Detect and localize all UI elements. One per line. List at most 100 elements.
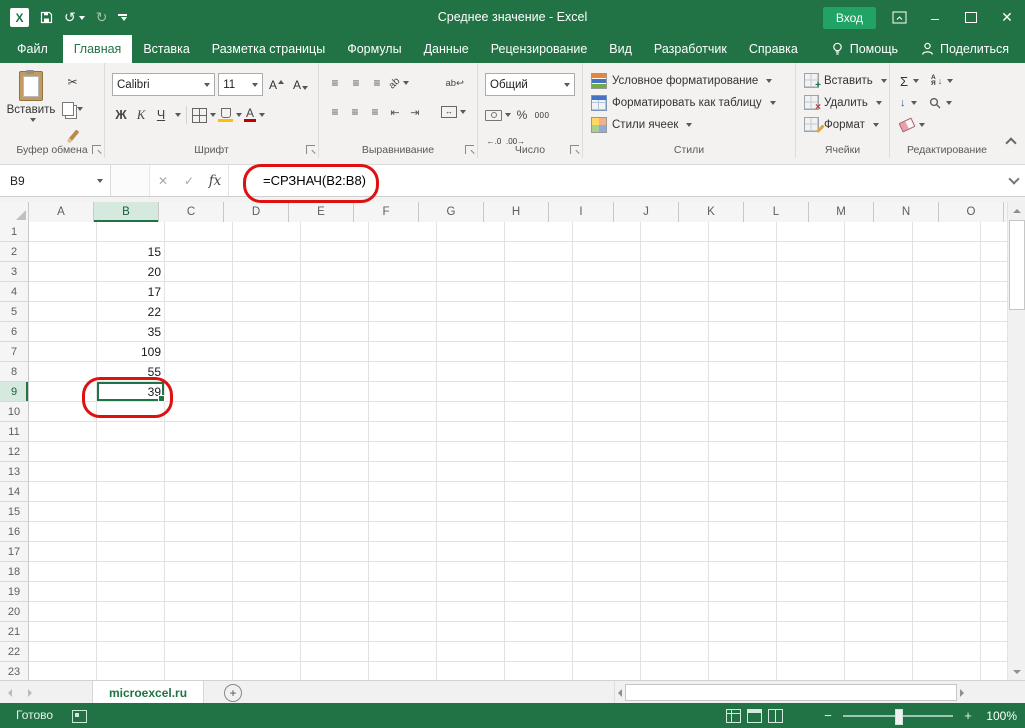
cell-M2[interactable]: [845, 242, 913, 262]
cell-A3[interactable]: [29, 262, 97, 282]
cell-L13[interactable]: [777, 462, 845, 482]
cell-H15[interactable]: [505, 502, 573, 522]
cell-O19[interactable]: [981, 582, 1008, 602]
cell-M6[interactable]: [845, 322, 913, 342]
undo-dropdown-icon[interactable]: [79, 16, 85, 20]
cell-O18[interactable]: [981, 562, 1008, 582]
cell-D12[interactable]: [233, 442, 301, 462]
cell-B12[interactable]: [97, 442, 165, 462]
cell-N5[interactable]: [913, 302, 981, 322]
cell-B8[interactable]: 55: [97, 362, 165, 382]
cell-K6[interactable]: [709, 322, 777, 342]
cell-M12[interactable]: [845, 442, 913, 462]
cell-L15[interactable]: [777, 502, 845, 522]
align-left-button[interactable]: ≡: [326, 102, 344, 122]
cell-I3[interactable]: [573, 262, 641, 282]
cell-G12[interactable]: [437, 442, 505, 462]
collapse-ribbon-button[interactable]: [1003, 134, 1019, 148]
cell-I13[interactable]: [573, 462, 641, 482]
cell-F14[interactable]: [369, 482, 437, 502]
cell-K22[interactable]: [709, 642, 777, 662]
cell-K16[interactable]: [709, 522, 777, 542]
column-header-N[interactable]: N: [874, 202, 939, 222]
cell-N2[interactable]: [913, 242, 981, 262]
cell-J22[interactable]: [641, 642, 709, 662]
cell-D7[interactable]: [233, 342, 301, 362]
cell-H9[interactable]: [505, 382, 573, 402]
cell-F17[interactable]: [369, 542, 437, 562]
cell-M21[interactable]: [845, 622, 913, 642]
merge-center-button[interactable]: ↔: [441, 102, 466, 122]
vertical-scroll-thumb[interactable]: [1009, 220, 1025, 310]
cell-E15[interactable]: [301, 502, 369, 522]
cell-D5[interactable]: [233, 302, 301, 322]
font-color-button[interactable]: А: [244, 105, 265, 125]
zoom-slider-thumb[interactable]: [895, 709, 903, 725]
cell-H11[interactable]: [505, 422, 573, 442]
cell-O5[interactable]: [981, 302, 1008, 322]
name-box-splitter[interactable]: [111, 165, 150, 196]
scroll-right-button[interactable]: [960, 689, 968, 697]
cell-A20[interactable]: [29, 602, 97, 622]
cell-I19[interactable]: [573, 582, 641, 602]
cell-G14[interactable]: [437, 482, 505, 502]
cell-N14[interactable]: [913, 482, 981, 502]
cell-L2[interactable]: [777, 242, 845, 262]
cell-H5[interactable]: [505, 302, 573, 322]
cell-G7[interactable]: [437, 342, 505, 362]
cell-H2[interactable]: [505, 242, 573, 262]
cell-B9[interactable]: 39: [97, 382, 165, 402]
cell-A21[interactable]: [29, 622, 97, 642]
column-header-G[interactable]: G: [419, 202, 484, 222]
cell-B17[interactable]: [97, 542, 165, 562]
cell-D3[interactable]: [233, 262, 301, 282]
cell-H12[interactable]: [505, 442, 573, 462]
cell-H17[interactable]: [505, 542, 573, 562]
cell-K20[interactable]: [709, 602, 777, 622]
paste-button[interactable]: Вставить: [8, 71, 54, 122]
cell-H3[interactable]: [505, 262, 573, 282]
row-header-7[interactable]: 7: [0, 342, 29, 362]
scroll-up-button[interactable]: [1008, 202, 1025, 219]
cell-D23[interactable]: [233, 662, 301, 680]
cell-A13[interactable]: [29, 462, 97, 482]
cell-A23[interactable]: [29, 662, 97, 680]
cell-L7[interactable]: [777, 342, 845, 362]
cell-D8[interactable]: [233, 362, 301, 382]
cell-D15[interactable]: [233, 502, 301, 522]
cell-B7[interactable]: 109: [97, 342, 165, 362]
cell-M7[interactable]: [845, 342, 913, 362]
row-header-6[interactable]: 6: [0, 322, 29, 342]
name-box-dropdown-icon[interactable]: [97, 179, 103, 183]
cell-B23[interactable]: [97, 662, 165, 680]
insert-function-button[interactable]: fx: [202, 173, 228, 189]
number-dialog-launcher[interactable]: [570, 145, 579, 154]
cell-F18[interactable]: [369, 562, 437, 582]
cell-J20[interactable]: [641, 602, 709, 622]
column-header-J[interactable]: J: [614, 202, 679, 222]
column-header-A[interactable]: A: [29, 202, 94, 222]
cell-G13[interactable]: [437, 462, 505, 482]
cell-K3[interactable]: [709, 262, 777, 282]
align-top-button[interactable]: ≡: [326, 73, 344, 93]
cell-O7[interactable]: [981, 342, 1008, 362]
cell-E16[interactable]: [301, 522, 369, 542]
cell-N7[interactable]: [913, 342, 981, 362]
cell-K21[interactable]: [709, 622, 777, 642]
cell-F8[interactable]: [369, 362, 437, 382]
row-header-18[interactable]: 18: [0, 562, 29, 582]
cell-G3[interactable]: [437, 262, 505, 282]
format-cells-button[interactable]: Формат: [804, 114, 889, 135]
select-all-button[interactable]: [0, 202, 29, 222]
cell-H18[interactable]: [505, 562, 573, 582]
cell-A9[interactable]: [29, 382, 97, 402]
cell-J15[interactable]: [641, 502, 709, 522]
cell-H13[interactable]: [505, 462, 573, 482]
cell-B6[interactable]: 35: [97, 322, 165, 342]
number-format-combo[interactable]: Общий: [485, 73, 575, 96]
cell-H16[interactable]: [505, 522, 573, 542]
row-header-10[interactable]: 10: [0, 402, 29, 422]
cell-J10[interactable]: [641, 402, 709, 422]
column-header-L[interactable]: L: [744, 202, 809, 222]
cell-F5[interactable]: [369, 302, 437, 322]
